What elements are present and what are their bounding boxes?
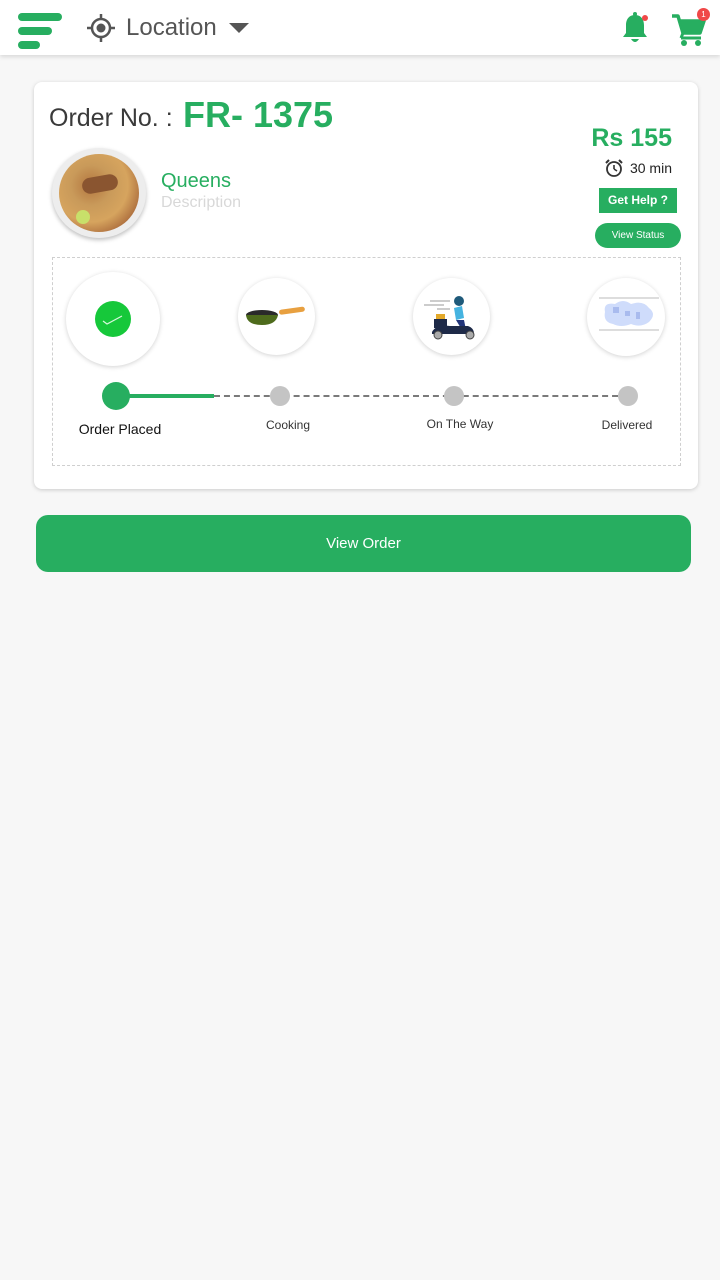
progress-line-completed	[116, 394, 214, 398]
alarm-clock-icon	[605, 159, 623, 177]
order-card: Order No. : FR- 1375 Queens Description …	[34, 82, 698, 489]
step-dot-cooking	[270, 386, 290, 406]
top-app-bar: Location 1	[0, 0, 720, 55]
hamburger-menu-icon[interactable]	[18, 13, 64, 49]
order-number-label: Order No. :	[49, 104, 173, 132]
view-order-button[interactable]: View Order	[36, 515, 691, 572]
step-label-delivered: Delivered	[601, 418, 653, 432]
order-description: Description	[161, 194, 242, 211]
crosshair-location-icon	[87, 14, 115, 42]
frying-pan-icon	[245, 306, 305, 325]
step-dot-order-placed	[102, 382, 130, 410]
delivery-scooter-icon	[423, 295, 474, 339]
view-status-button[interactable]: View Status	[595, 223, 681, 248]
step-cooking-icon-circle	[238, 278, 315, 355]
food-image	[52, 148, 146, 238]
caret-down-icon	[228, 23, 249, 33]
step-label-order-placed: Order Placed	[78, 421, 162, 437]
cart-count-badge: 1	[697, 8, 710, 21]
order-progress-tracker: Order Placed Cooking On The Way Delivere…	[52, 257, 681, 466]
step-order-placed-icon-circle	[66, 272, 160, 366]
step-on-the-way-icon-circle	[413, 278, 490, 355]
get-help-button[interactable]: Get Help ?	[599, 188, 677, 213]
step-label-on-the-way: On The Way	[426, 417, 494, 431]
order-price: Rs 155	[591, 124, 672, 152]
delivery-eta: 30 min	[604, 158, 672, 178]
step-dot-on-the-way	[444, 386, 464, 406]
notification-dot	[642, 15, 648, 21]
restaurant-name: Queens	[161, 170, 232, 192]
step-delivered-icon-circle	[587, 278, 665, 356]
check-circle-icon	[95, 301, 131, 337]
step-label-cooking: Cooking	[265, 418, 311, 432]
step-dot-delivered	[618, 386, 638, 406]
order-number: FR- 1375	[183, 94, 334, 135]
delivered-map-icon	[599, 297, 659, 331]
location-label: Location	[126, 14, 217, 41]
location-selector[interactable]: Location	[86, 10, 249, 46]
eta-text: 30 min	[629, 160, 672, 176]
